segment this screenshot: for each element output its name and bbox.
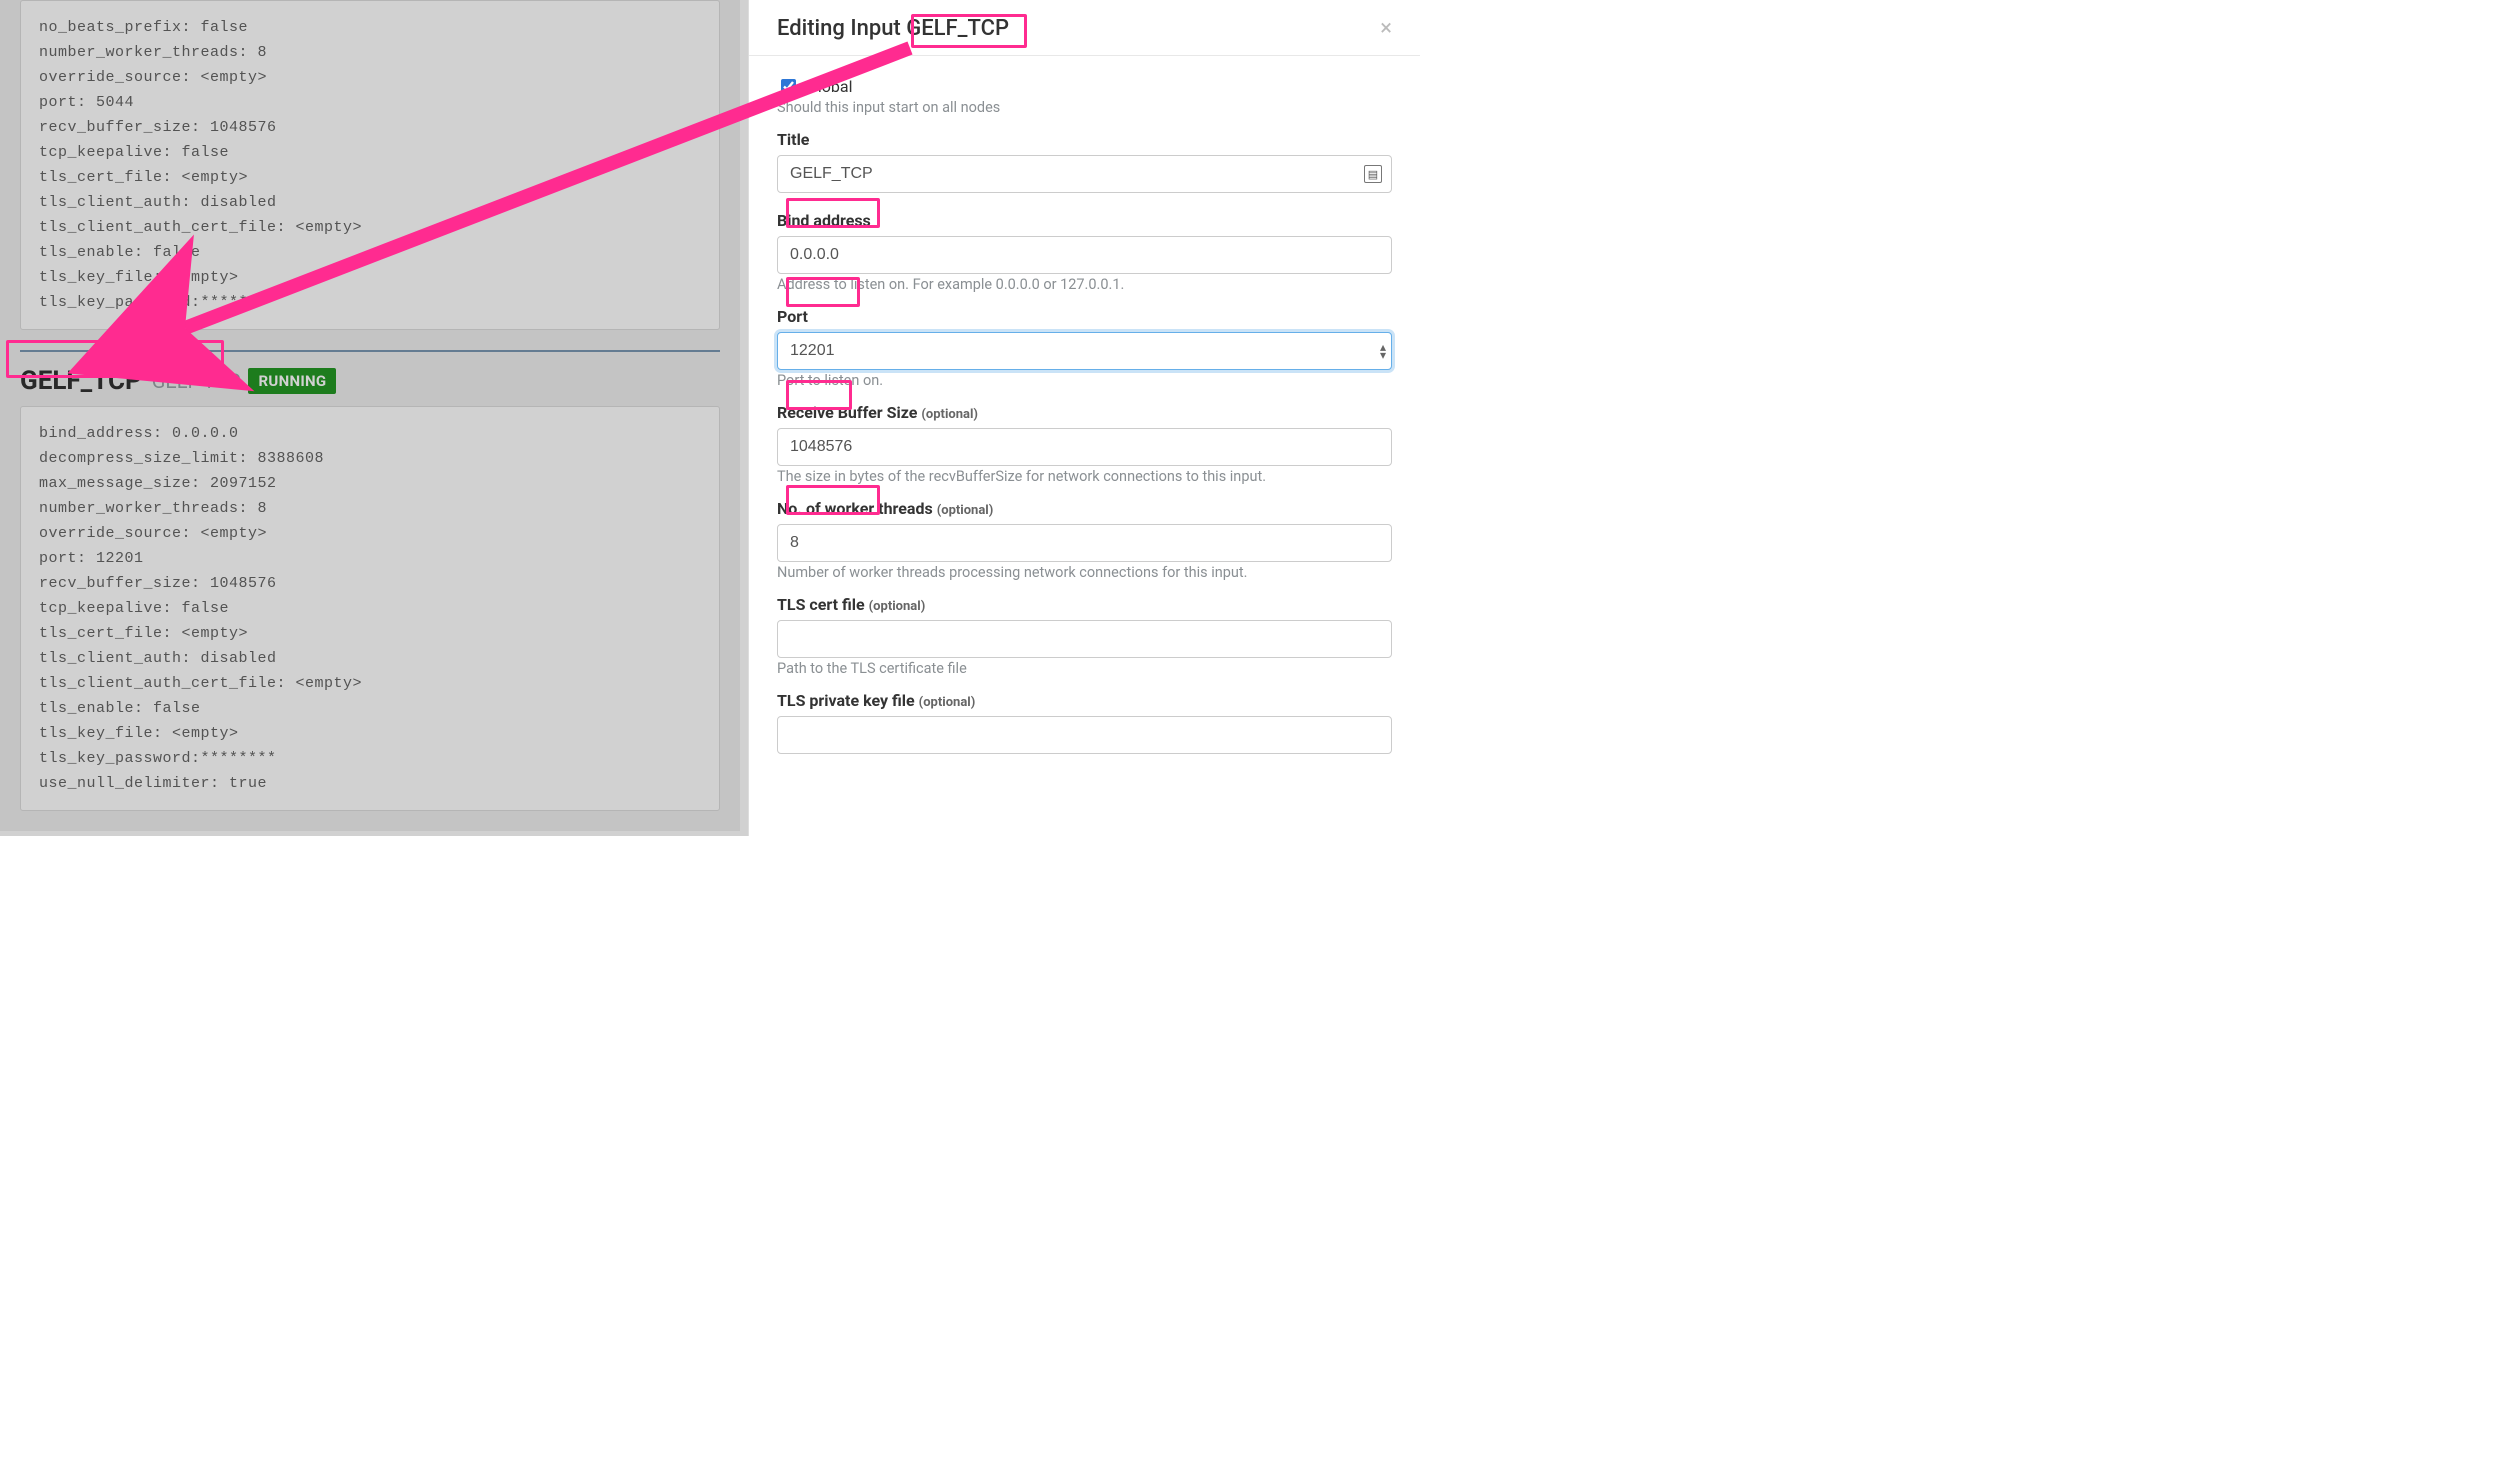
worker-threads-input[interactable] bbox=[777, 524, 1392, 562]
port-label: Port bbox=[777, 307, 1392, 326]
global-checkbox[interactable] bbox=[781, 79, 796, 94]
config-line: recv_buffer_size: 1048576 bbox=[39, 571, 701, 596]
tls-cert-label-text: TLS cert file bbox=[777, 595, 865, 614]
config-line: max_message_size: 2097152 bbox=[39, 471, 701, 496]
bind-address-label: Bind address bbox=[777, 211, 1392, 230]
config-line: tls_cert_file: <empty> bbox=[39, 165, 701, 190]
config-line: override_source: <empty> bbox=[39, 521, 701, 546]
worker-threads-help: Number of worker threads processing netw… bbox=[777, 564, 1392, 581]
tls-key-input[interactable] bbox=[777, 716, 1392, 754]
gelf-input-title: GELF_TCP bbox=[20, 366, 142, 396]
config-line: tls_enable: false bbox=[39, 240, 701, 265]
config-box-bottom: bind_address: 0.0.0.0decompress_size_lim… bbox=[20, 406, 720, 811]
config-line: tls_key_password:******** bbox=[39, 290, 701, 315]
modal-body: Global Should this input start on all no… bbox=[749, 56, 1420, 766]
recv-buffer-label: Receive Buffer Size (optional) bbox=[777, 403, 1392, 422]
global-checkbox-label[interactable]: Global bbox=[807, 77, 853, 96]
global-help-text: Should this input start on all nodes bbox=[777, 99, 1392, 116]
modal-title-name: GELF_TCP bbox=[906, 16, 1009, 41]
bind-address-input[interactable] bbox=[777, 236, 1392, 274]
recv-buffer-label-text: Receive Buffer Size bbox=[777, 403, 917, 422]
config-line: tls_enable: false bbox=[39, 696, 701, 721]
config-line: tcp_keepalive: false bbox=[39, 596, 701, 621]
modal-title-prefix: Editing Input bbox=[777, 16, 906, 41]
tls-cert-help: Path to the TLS certificate file bbox=[777, 660, 1392, 677]
config-line: number_worker_threads: 8 bbox=[39, 40, 701, 65]
modal-header: Editing Input GELF_TCP × bbox=[749, 0, 1420, 56]
close-icon[interactable]: × bbox=[1380, 18, 1392, 40]
tls-key-label: TLS private key file (optional) bbox=[777, 691, 1392, 710]
optional-tag: (optional) bbox=[919, 695, 976, 710]
recv-buffer-help: The size in bytes of the recvBufferSize … bbox=[777, 468, 1392, 485]
optional-tag: (optional) bbox=[869, 599, 926, 614]
port-help: Port to listen on. bbox=[777, 372, 1392, 389]
config-line: tls_cert_file: <empty> bbox=[39, 621, 701, 646]
config-line: recv_buffer_size: 1048576 bbox=[39, 115, 701, 140]
modal-title: Editing Input GELF_TCP bbox=[777, 16, 1009, 41]
tls-cert-label: TLS cert file (optional) bbox=[777, 595, 1392, 614]
gelf-input-header: GELF_TCP GELF TCP RUNNING bbox=[20, 362, 720, 406]
config-line: number_worker_threads: 8 bbox=[39, 496, 701, 521]
tls-key-label-text: TLS private key file bbox=[777, 691, 915, 710]
config-line: port: 5044 bbox=[39, 90, 701, 115]
config-line: decompress_size_limit: 8388608 bbox=[39, 446, 701, 471]
recv-buffer-input[interactable] bbox=[777, 428, 1392, 466]
bind-address-help: Address to listen on. For example 0.0.0.… bbox=[777, 276, 1392, 293]
config-line: tls_client_auth: disabled bbox=[39, 646, 701, 671]
tls-cert-input[interactable] bbox=[777, 620, 1392, 658]
config-line: tls_key_file: <empty> bbox=[39, 721, 701, 746]
config-line: tcp_keepalive: false bbox=[39, 140, 701, 165]
config-line: bind_address: 0.0.0.0 bbox=[39, 421, 701, 446]
status-badge: RUNNING bbox=[248, 368, 336, 394]
config-line: tls_key_file: <empty> bbox=[39, 265, 701, 290]
port-input[interactable] bbox=[777, 332, 1392, 370]
config-line: no_beats_prefix: false bbox=[39, 15, 701, 40]
edit-input-modal: Editing Input GELF_TCP × Global Should t… bbox=[748, 0, 1420, 836]
config-line: override_source: <empty> bbox=[39, 65, 701, 90]
left-pane: no_beats_prefix: falsenumber_worker_thre… bbox=[0, 0, 740, 831]
config-line: tls_client_auth: disabled bbox=[39, 190, 701, 215]
title-input[interactable] bbox=[777, 155, 1392, 193]
worker-threads-label-text: No. of worker threads bbox=[777, 499, 933, 518]
optional-tag: (optional) bbox=[937, 503, 994, 518]
config-line: port: 12201 bbox=[39, 546, 701, 571]
title-field-label: Title bbox=[777, 130, 1392, 149]
config-line: use_null_delimiter: true bbox=[39, 771, 701, 796]
gelf-input-subtitle: GELF TCP bbox=[152, 369, 241, 393]
worker-threads-label: No. of worker threads (optional) bbox=[777, 499, 1392, 518]
divider bbox=[20, 350, 720, 352]
config-line: tls_key_password:******** bbox=[39, 746, 701, 771]
config-line: tls_client_auth_cert_file: <empty> bbox=[39, 671, 701, 696]
config-box-top: no_beats_prefix: falsenumber_worker_thre… bbox=[20, 0, 720, 330]
optional-tag: (optional) bbox=[921, 407, 978, 422]
config-line: tls_client_auth_cert_file: <empty> bbox=[39, 215, 701, 240]
